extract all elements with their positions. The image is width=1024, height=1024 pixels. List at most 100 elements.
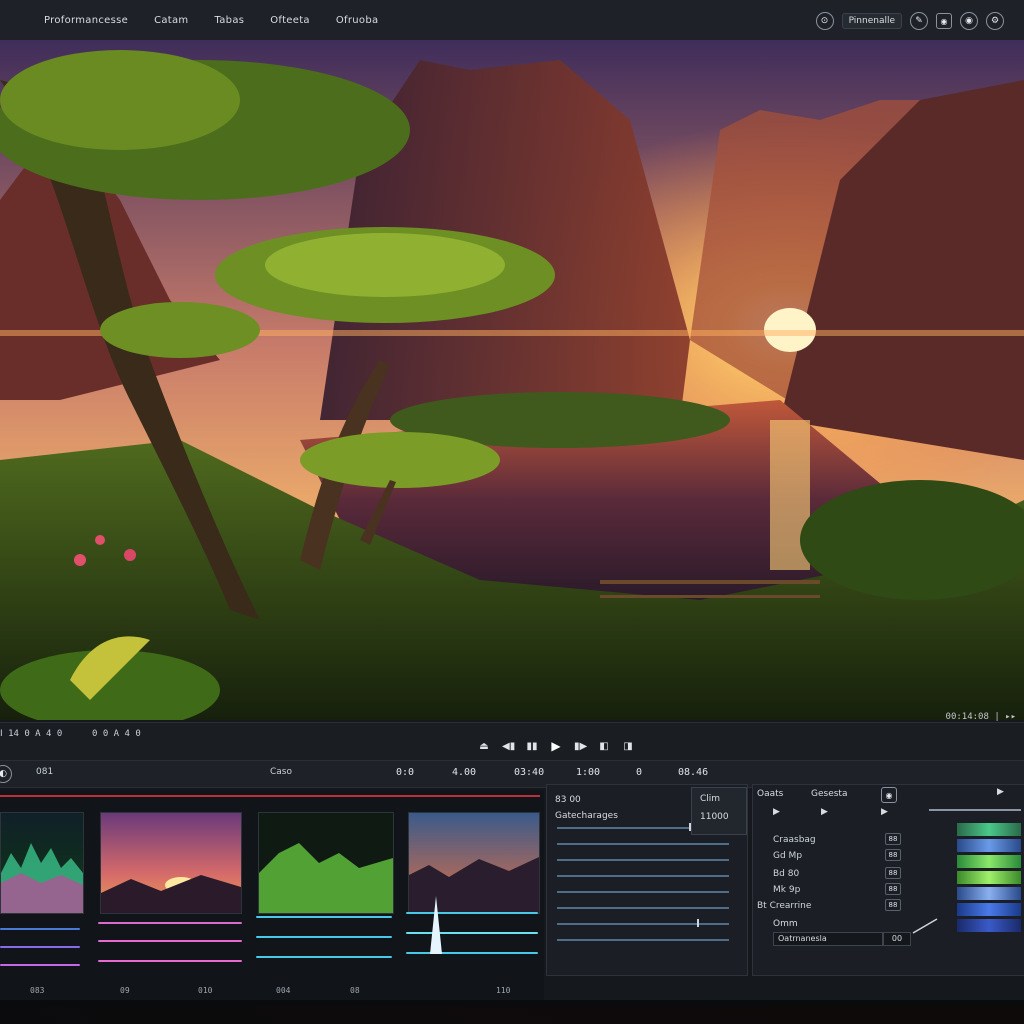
source-timecode: Ⅰ 14 0 A 4 0: [0, 729, 63, 739]
audio-lane-2b[interactable]: [98, 940, 242, 942]
app-window: Proformancesse Catam Tabas Ofteeta Ofruo…: [0, 0, 1024, 1006]
row-button-2[interactable]: 88: [885, 867, 901, 879]
timecode-6: 08.46: [678, 767, 709, 778]
value-field[interactable]: 00: [883, 932, 911, 946]
timeline-toggle-icon[interactable]: ◐: [0, 765, 12, 783]
slider-knob-1[interactable]: [689, 823, 691, 831]
panel-transport-1[interactable]: ▶: [773, 807, 780, 817]
param-slider-5[interactable]: [557, 891, 729, 893]
clip-label-1: 09: [120, 986, 130, 995]
clip-number: 081: [36, 767, 54, 777]
inspector-panel: 83 00 Gatecharages Clim 11000: [546, 784, 748, 976]
value-popup[interactable]: Clim 11000: [691, 787, 747, 835]
step-back-icon[interactable]: ◀▮: [502, 741, 515, 752]
row-label-0: Craasbag: [773, 835, 816, 845]
swatch-5: [957, 887, 1021, 900]
row-button-1[interactable]: 88: [885, 849, 901, 861]
step-forward-icon[interactable]: ▮▶: [574, 741, 587, 752]
view-icon[interactable]: ◉: [936, 13, 952, 29]
menu-bar: Proformancesse Catam Tabas Ofteeta Ofruo…: [0, 0, 1024, 41]
param-slider-4[interactable]: [557, 875, 729, 877]
track-name: Caso: [270, 767, 292, 777]
audio-lane-3c[interactable]: [256, 956, 392, 958]
clip-thumbnail-waveform[interactable]: [0, 812, 84, 914]
swatch-4: [957, 871, 1021, 884]
row-button-3[interactable]: 88: [885, 883, 901, 895]
slider-knob-2[interactable]: [697, 919, 699, 927]
timecode-2: 4.00: [452, 767, 477, 778]
menu-item-1[interactable]: Catam: [154, 15, 188, 26]
row-label-1: Gd Mp: [773, 851, 803, 861]
clip-label-0: 083: [30, 986, 45, 995]
clip-label-2: 010: [198, 986, 213, 995]
timecode-1: 0:0: [396, 767, 415, 778]
curve-handle-icon[interactable]: [911, 915, 941, 935]
clip-thumbnail-sunset[interactable]: [100, 812, 242, 914]
timecode-4: 1:00: [576, 767, 601, 778]
bottom-label: Omm: [773, 919, 798, 929]
transport-bar: Ⅰ 14 0 A 4 0 0 0 A 4 0 ⏏ ◀▮ ▮▮ ▶ ▮▶ ◧ ◨: [0, 722, 1024, 761]
waveform-graphic: [1, 843, 83, 913]
playhead-marker-icon[interactable]: [426, 896, 446, 956]
record-timecode: 0 0 A 4 0: [92, 729, 141, 739]
audio-lane-2c[interactable]: [256, 936, 392, 938]
timeline-playhead-range: [0, 795, 540, 797]
clip-thumbnail-spectrum[interactable]: [258, 812, 394, 914]
menu-item-0[interactable]: Proformancesse: [44, 15, 128, 26]
sunset-thumbnail-graphic: [101, 875, 241, 913]
panel-header-mid: Gesesta: [811, 789, 848, 799]
video-viewer[interactable]: [0, 40, 1024, 720]
pause-icon[interactable]: ▮▮: [526, 741, 538, 752]
audio-lane-2a[interactable]: [0, 946, 80, 948]
param-slider-1[interactable]: [557, 827, 689, 829]
clip-label-5: 110: [496, 986, 511, 995]
swatch-3: [957, 855, 1021, 868]
param-slider-7[interactable]: [557, 923, 729, 925]
row-button-0[interactable]: 88: [885, 833, 901, 845]
panel-transport-3[interactable]: ▶: [881, 807, 888, 817]
mark-in-icon[interactable]: ◧: [598, 741, 610, 752]
gear-icon[interactable]: ⚙: [986, 12, 1004, 30]
clip-label-4: 004: [276, 986, 291, 995]
panel-play-icon[interactable]: ▶: [997, 787, 1004, 797]
menu-item-2[interactable]: Tabas: [214, 15, 244, 26]
workspace-label[interactable]: Pinnenalle: [841, 13, 902, 29]
timecode-3: 03:40: [514, 767, 545, 778]
menu-item-4[interactable]: Ofruoba: [336, 15, 379, 26]
name-field[interactable]: Oatrnanesla: [773, 932, 883, 946]
popup-value: 11000: [700, 812, 729, 822]
top-right-controls: ⊙ Pinnenalle ✎ ◉ ◉ ⚙: [815, 8, 1004, 34]
mark-out-icon[interactable]: ◨: [622, 741, 634, 752]
inspector-title: 83 00: [555, 795, 581, 805]
circle-icon[interactable]: ◉: [960, 12, 978, 30]
play-icon[interactable]: ▶: [550, 739, 562, 753]
color-panel: Oaats Gesesta ◉ ▶ ▶ ▶ ▶ Craasbag Gd Mp B…: [752, 784, 1024, 976]
panel-transport-2[interactable]: ▶: [821, 807, 828, 817]
param-slider-8[interactable]: [557, 939, 729, 941]
row-label-4: Bt Crearrine: [757, 901, 812, 911]
inspector-subtitle: Gatecharages: [555, 811, 618, 821]
swatch-7: [957, 919, 1021, 932]
edit-icon[interactable]: ✎: [910, 12, 928, 30]
row-button-4[interactable]: 88: [885, 899, 901, 911]
record-icon[interactable]: ⊙: [815, 12, 834, 30]
timecode-5: 0: [636, 767, 643, 778]
eject-icon[interactable]: ⏏: [478, 741, 490, 752]
panel-header-left: Oaats: [757, 789, 784, 799]
row-label-3: Mk 9p: [773, 885, 801, 895]
param-slider-6[interactable]: [557, 907, 729, 909]
swatch-1: [957, 823, 1021, 836]
scope-swatches: [957, 823, 1021, 939]
audio-lane-1a[interactable]: [0, 928, 80, 930]
row-label-2: Bd 80: [773, 869, 800, 879]
audio-lane-1c[interactable]: [256, 916, 392, 918]
swatch-6: [957, 903, 1021, 916]
panel-option-icon[interactable]: ◉: [881, 787, 897, 803]
menu-item-3[interactable]: Ofteeta: [270, 15, 310, 26]
audio-lane-1b[interactable]: [98, 922, 242, 924]
audio-lane-3b[interactable]: [98, 960, 242, 962]
audio-lane-3a[interactable]: [0, 964, 80, 966]
param-slider-2[interactable]: [557, 843, 729, 845]
param-slider-3[interactable]: [557, 859, 729, 861]
panel-scrubber[interactable]: [929, 809, 1021, 811]
